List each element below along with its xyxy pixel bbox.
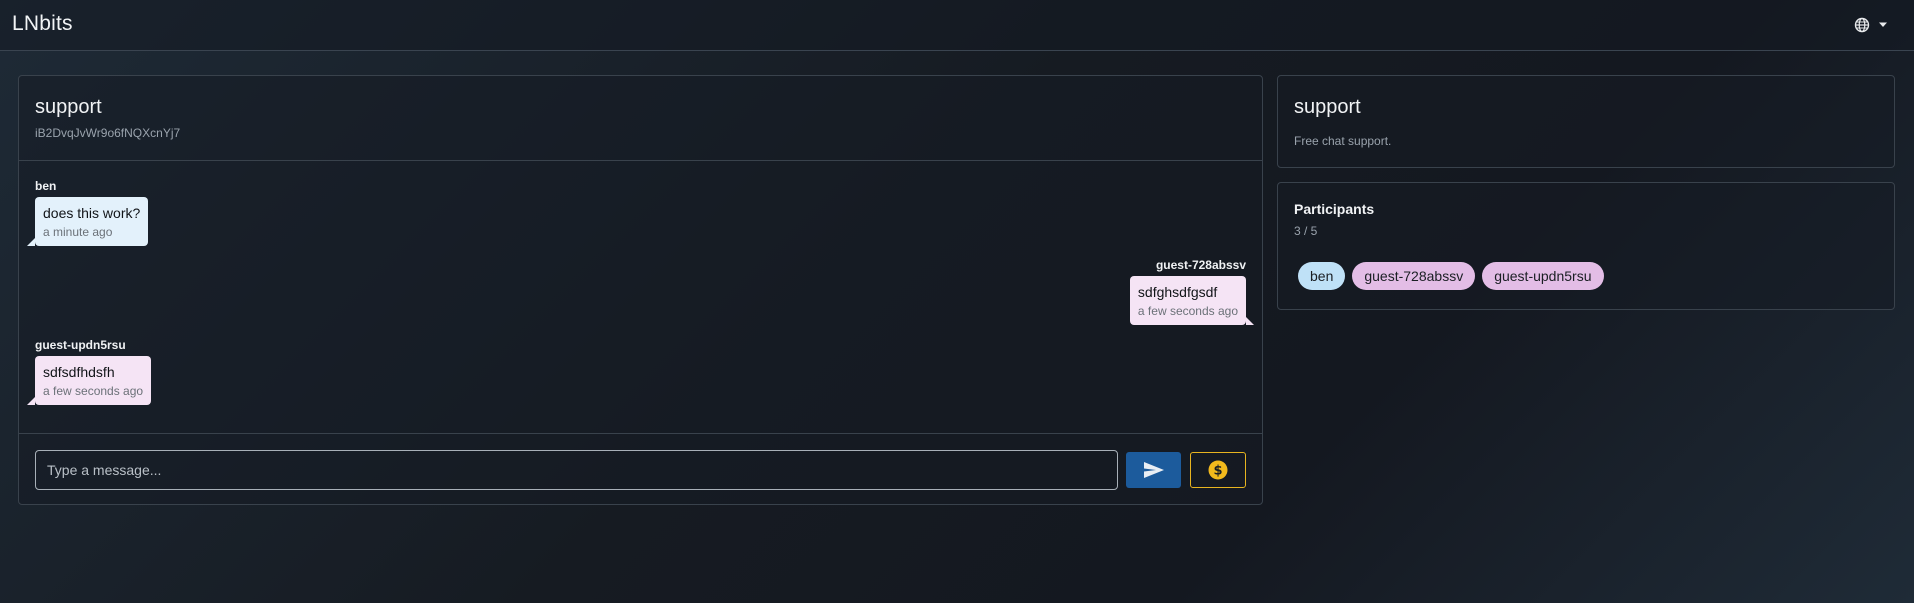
message-text: does this work?: [43, 205, 141, 221]
app-title[interactable]: LNbits: [12, 12, 73, 36]
participants-count: 3 / 5: [1294, 224, 1318, 238]
message-text: sdfghsdfgsdf: [1137, 284, 1218, 300]
bubble-tail: [27, 238, 35, 246]
send-button[interactable]: [1126, 452, 1181, 488]
language-selector-button[interactable]: [1854, 14, 1896, 36]
message-sender: guest-728abssv: [1155, 258, 1246, 272]
chat-header-divider: [19, 160, 1262, 161]
participants-card: Participants 3 / 5 ben guest-728abssv gu…: [1277, 182, 1895, 310]
top-header: LNbits: [0, 0, 1914, 51]
participants-title: Participants: [1294, 201, 1375, 217]
message-sender: ben: [35, 179, 57, 193]
participant-chip[interactable]: guest-728abssv: [1352, 262, 1476, 290]
bubble-tail: [27, 397, 35, 405]
message-bubble: sdfsdfhdsfh a few seconds ago: [27, 356, 152, 405]
send-icon: [1143, 462, 1164, 478]
message-time: a minute ago: [43, 225, 113, 239]
participant-chips: ben guest-728abssv guest-updn5rsu: [1298, 262, 1604, 290]
caret-down-icon: [1879, 22, 1887, 27]
dollar-coin-icon: $: [1208, 460, 1228, 480]
message-time: a few seconds ago: [1137, 304, 1238, 318]
chat-message: guest-728abssv sdfghsdfgsdf a few second…: [1129, 258, 1254, 325]
message-sender: guest-updn5rsu: [35, 338, 126, 352]
chat-footer-divider: [19, 433, 1262, 434]
message-time: a few seconds ago: [43, 384, 144, 398]
message-input[interactable]: [35, 450, 1118, 490]
room-info-card: support Free chat support.: [1277, 75, 1895, 168]
chat-message: guest-updn5rsu sdfsdfhdsfh a few seconds…: [27, 338, 152, 405]
chat-card: support iB2DvqJvWr9o6fNQXcnYj7 ben does …: [18, 75, 1263, 505]
participant-chip[interactable]: ben: [1298, 262, 1346, 290]
message-text: sdfsdfhdsfh: [43, 364, 115, 380]
bubble-tail: [1246, 317, 1254, 325]
participant-chip[interactable]: guest-updn5rsu: [1482, 262, 1604, 290]
room-description: Free chat support.: [1294, 134, 1392, 148]
room-title: support: [1294, 96, 1361, 118]
chat-room-id: iB2DvqJvWr9o6fNQXcnYj7: [35, 126, 181, 140]
chat-message: ben does this work? a minute ago: [27, 179, 149, 246]
globe-icon: [1854, 17, 1870, 33]
svg-text:$: $: [1213, 464, 1222, 479]
message-bubble: sdfghsdfgsdf a few seconds ago: [1129, 276, 1254, 325]
message-bubble: does this work? a minute ago: [27, 197, 149, 246]
chat-title: support: [35, 96, 102, 118]
tip-button[interactable]: $: [1190, 452, 1246, 488]
